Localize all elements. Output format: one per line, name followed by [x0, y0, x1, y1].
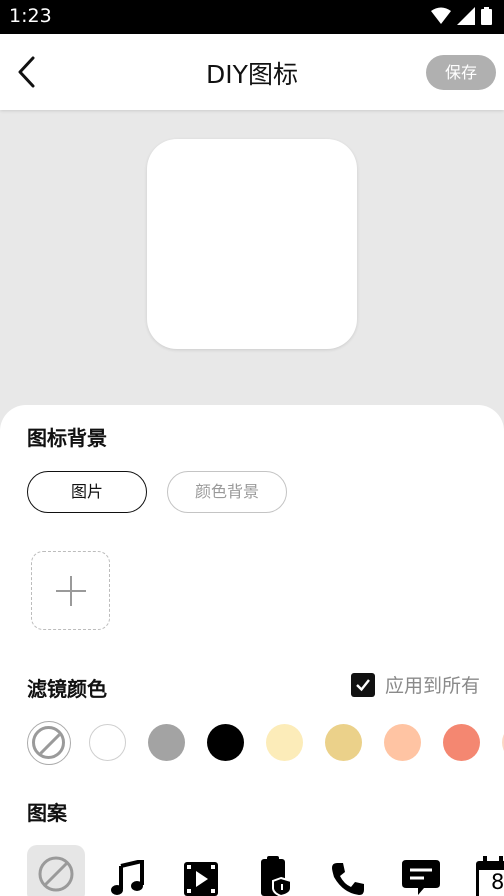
- message-icon: [402, 860, 440, 895]
- app-bar: DIY图标 保存: [0, 34, 504, 110]
- phone-call-icon: [332, 863, 364, 895]
- status-icons: [431, 7, 492, 25]
- apply-to-all-toggle[interactable]: 应用到所有: [350, 671, 480, 698]
- settings-sheet: 图标背景 图片 颜色背景 滤镜颜色 应用到所有 图案 8: [0, 405, 504, 896]
- swatch-black[interactable]: [207, 724, 244, 761]
- check-icon: [356, 678, 370, 691]
- apply-all-label: 应用到所有: [384, 675, 480, 697]
- icon-background-title: 图标背景: [27, 426, 107, 450]
- save-button[interactable]: 保存: [426, 55, 496, 90]
- pattern-none[interactable]: [27, 845, 85, 896]
- pattern-calendar[interactable]: 8: [464, 850, 504, 896]
- none-icon: [32, 726, 65, 759]
- swatch-gray[interactable]: [148, 724, 185, 761]
- color-swatches: [27, 721, 504, 765]
- add-image-button[interactable]: [31, 551, 110, 630]
- swatch-mustard[interactable]: [325, 724, 362, 761]
- battery-icon: [481, 7, 492, 25]
- plus-icon: [56, 576, 86, 606]
- pattern-message[interactable]: [392, 850, 450, 896]
- wifi-icon: [431, 7, 451, 24]
- swatch-light-yellow[interactable]: [266, 724, 303, 761]
- filter-color-title: 滤镜颜色: [27, 677, 107, 701]
- pattern-title: 图案: [27, 801, 67, 825]
- status-time: 1:23: [9, 5, 52, 27]
- status-bar: 1:23: [0, 0, 504, 34]
- background-option-image[interactable]: 图片: [27, 471, 147, 513]
- signal-icon: [457, 7, 475, 25]
- swatch-peach[interactable]: [384, 724, 421, 761]
- pattern-phone-shield[interactable]: [246, 850, 304, 896]
- swatch-none[interactable]: [27, 721, 71, 765]
- apply-all-checkbox[interactable]: [350, 672, 375, 697]
- music-note-icon: [111, 860, 144, 895]
- calendar-day: 8: [491, 870, 504, 894]
- icon-preview: [147, 139, 357, 349]
- background-option-color[interactable]: 颜色背景: [167, 471, 287, 513]
- pattern-list: 8: [27, 845, 504, 896]
- pattern-video[interactable]: [172, 850, 230, 896]
- none-icon: [38, 856, 74, 892]
- pattern-phone-call[interactable]: [320, 850, 378, 896]
- phone-shield-icon: [261, 856, 292, 896]
- video-play-icon: [184, 862, 218, 896]
- swatch-white[interactable]: [89, 724, 126, 761]
- swatch-salmon[interactable]: [443, 724, 480, 761]
- pattern-music[interactable]: [98, 850, 156, 896]
